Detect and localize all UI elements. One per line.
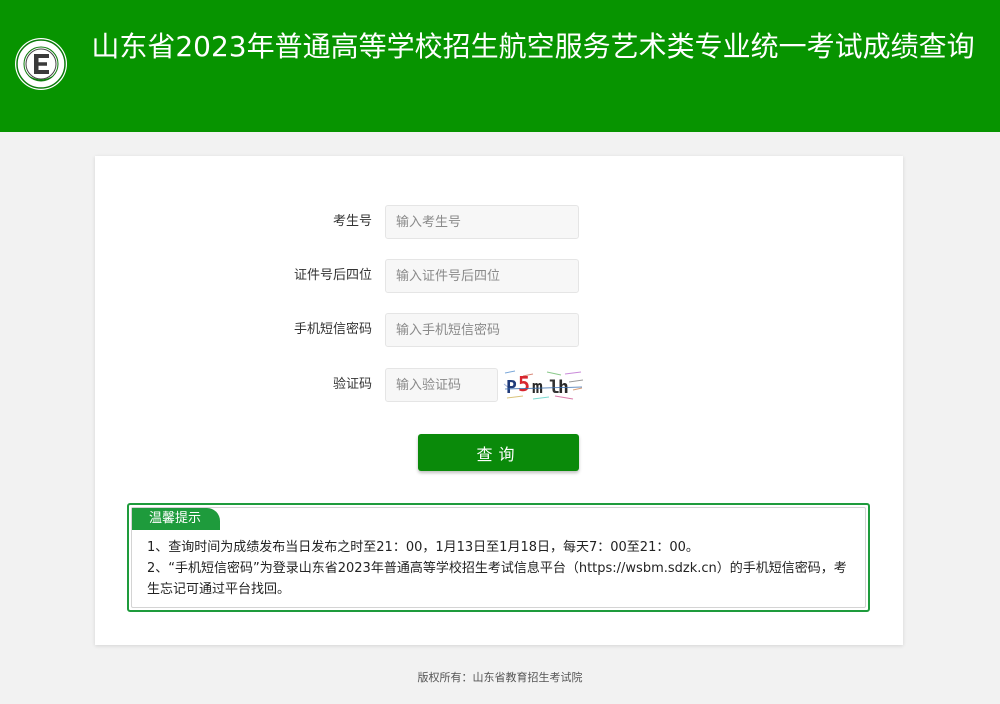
captcha-row: 验证码 P 5 m l h (95, 368, 903, 402)
sms-password-label: 手机短信密码 (293, 322, 372, 337)
id-last4-input[interactable] (385, 259, 579, 293)
captcha-image[interactable]: P 5 m l h (503, 368, 584, 402)
notice-item-1: 1、查询时间为成绩发布当日发布之时至21：00，1月13日至1月18日，每天7：… (147, 540, 699, 555)
notice-tag: 温馨提示 (132, 508, 220, 530)
captcha-char-3: m (532, 377, 543, 398)
sms-password-input[interactable] (385, 313, 579, 347)
captcha-char-1: P (506, 377, 517, 398)
id-last4-row: 证件号后四位 (95, 259, 903, 293)
candidate-no-input[interactable] (385, 205, 579, 239)
page-header: 山东省2023年普通高等学校招生航空服务艺术类专业统一考试成绩查询 (0, 0, 1000, 132)
query-form-card: 考生号 证件号后四位 手机短信密码 验证码 (95, 156, 903, 645)
page-title: 山东省2023年普通高等学校招生航空服务艺术类专业统一考试成绩查询 (91, 30, 975, 63)
sms-password-row: 手机短信密码 (95, 313, 903, 347)
candidate-no-label: 考生号 (332, 214, 372, 229)
captcha-input[interactable] (385, 368, 498, 402)
captcha-label: 验证码 (332, 377, 372, 392)
notice-box: 温馨提示 1、查询时间为成绩发布当日发布之时至21：00，1月13日至1月18日… (127, 503, 870, 612)
query-button[interactable]: 查询 (418, 434, 579, 471)
notice-item-2: 2、“手机短信密码”为登录山东省2023年普通高等学校招生考试信息平台（http… (147, 561, 847, 597)
copyright-footer: 版权所有：山东省教育招生考试院 (417, 671, 583, 684)
institute-logo-icon (15, 38, 67, 90)
notice-text: 1、查询时间为成绩发布当日发布之时至21：00，1月13日至1月18日，每天7：… (147, 537, 853, 600)
candidate-no-row: 考生号 (95, 205, 903, 239)
captcha-char-2: 5 (518, 372, 530, 396)
id-last4-label: 证件号后四位 (293, 268, 372, 283)
